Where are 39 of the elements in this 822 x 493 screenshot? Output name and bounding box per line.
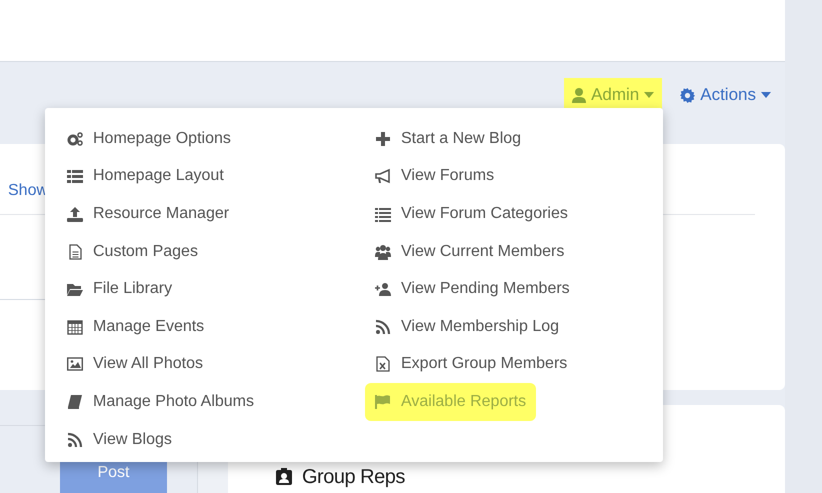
actions-menu-button[interactable]: Actions (672, 78, 779, 112)
user-plus-icon (375, 281, 391, 298)
menu-item[interactable]: View Current Members (375, 232, 574, 270)
list-icon (375, 206, 391, 222)
menu-item[interactable]: Custom Pages (67, 232, 208, 270)
file-icon (67, 244, 83, 260)
megaphone-icon (375, 168, 391, 184)
gears-icon (67, 130, 83, 147)
menu-item[interactable]: Resource Manager (67, 195, 240, 233)
book-icon (67, 394, 83, 410)
menu-item[interactable]: View Forum Categories (375, 195, 578, 233)
list-icon (67, 168, 83, 184)
user-icon (572, 88, 586, 102)
menu-item[interactable]: View Membership Log (375, 308, 570, 346)
id-badge-icon (276, 468, 292, 485)
rss-icon (375, 318, 391, 335)
rss-icon (67, 432, 83, 448)
menu-item[interactable]: View All Photos (67, 346, 213, 384)
menu-item[interactable]: Homepage Options (67, 120, 241, 158)
menu-item[interactable]: View Forums (375, 158, 504, 196)
caret-icon (644, 92, 654, 98)
menu-item[interactable]: Homepage Layout (67, 158, 234, 196)
menu-item[interactable]: Export Group Members (375, 346, 578, 384)
calendar-icon (67, 318, 83, 335)
menu-item[interactable]: Start a New Blog (375, 120, 532, 158)
plus-icon (375, 130, 391, 147)
menu-item[interactable]: File Library (67, 270, 182, 308)
caret-icon (761, 92, 771, 98)
section-title: Group Reps (302, 465, 405, 489)
upload-icon (67, 206, 83, 222)
spreadsheet-file-icon (375, 356, 391, 372)
menu-item[interactable]: Manage Events (67, 308, 214, 346)
users-icon (375, 244, 391, 260)
folder-icon (67, 281, 83, 298)
flag-icon (375, 394, 391, 410)
image-icon (67, 356, 83, 372)
menu-item[interactable]: Manage Photo Albums (67, 383, 264, 421)
settings-icon (680, 88, 696, 102)
menu-item[interactable]: View Pending Members (375, 270, 580, 308)
